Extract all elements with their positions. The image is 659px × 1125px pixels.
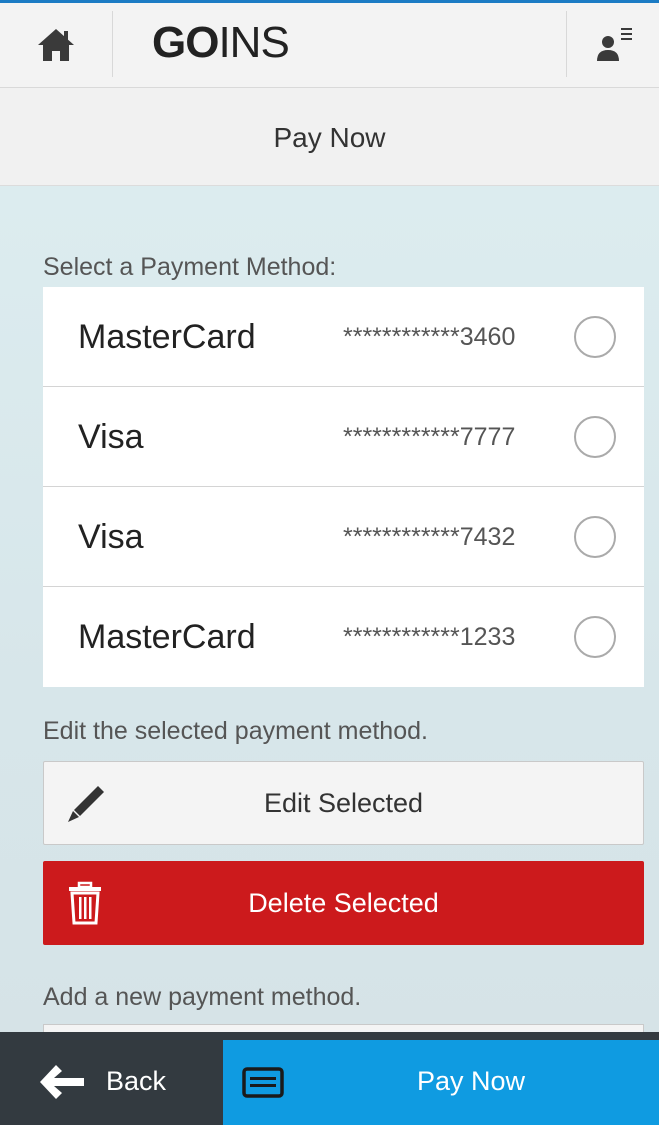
select-payment-label: Select a Payment Method: [43,253,337,281]
select-radio[interactable] [574,316,616,358]
payment-method-list: MasterCard ************3460 Visa *******… [43,287,644,687]
add-hint-label: Add a new payment method. [43,983,362,1011]
card-number: ************7432 [343,522,516,551]
trash-icon [61,879,109,927]
card-type: Visa [78,417,144,456]
home-icon [38,29,74,61]
card-number: ************7777 [343,422,516,451]
footer-top-strip [0,1032,659,1040]
back-label: Back [106,1066,167,1096]
bottom-action-bar: Back Pay Now [0,1032,659,1125]
goins-logo: GOINS [152,18,290,67]
pay-now-label: Pay Now [416,1066,526,1096]
user-menu-icon [596,28,632,61]
card-type: MasterCard [78,617,256,656]
payment-method-row[interactable]: MasterCard ************3460 [43,287,644,387]
select-radio[interactable] [574,416,616,458]
delete-selected-button[interactable]: Delete Selected [43,861,644,945]
edit-selected-label: Edit Selected [263,787,424,818]
main-content: Select a Payment Method: MasterCard ****… [0,186,659,1034]
card-number: ************1233 [343,622,516,651]
header-separator-left [112,11,113,77]
select-radio[interactable] [574,516,616,558]
payment-method-row[interactable]: MasterCard ************1233 [43,587,644,687]
back-button[interactable]: Back [0,1040,223,1125]
edit-hint-label: Edit the selected payment method. [43,717,428,745]
edit-selected-button[interactable]: Edit Selected [43,761,644,845]
page-title: Pay Now [273,121,386,153]
user-menu-button[interactable] [568,3,659,87]
card-number: ************3460 [343,322,516,351]
home-button[interactable] [0,3,112,87]
header-separator-right [566,11,567,77]
arrow-left-icon [40,1065,84,1099]
card-type: Visa [78,517,144,556]
card-type: MasterCard [78,317,256,356]
select-radio[interactable] [574,616,616,658]
page-title-bar: Pay Now [0,88,659,186]
app-header: GOINS [0,3,659,88]
payment-method-row[interactable]: Visa ************7777 [43,387,644,487]
pencil-icon [62,780,110,828]
payment-method-row[interactable]: Visa ************7432 [43,487,644,587]
pay-now-button[interactable]: Pay Now [223,1040,659,1125]
delete-selected-label: Delete Selected [248,887,439,918]
